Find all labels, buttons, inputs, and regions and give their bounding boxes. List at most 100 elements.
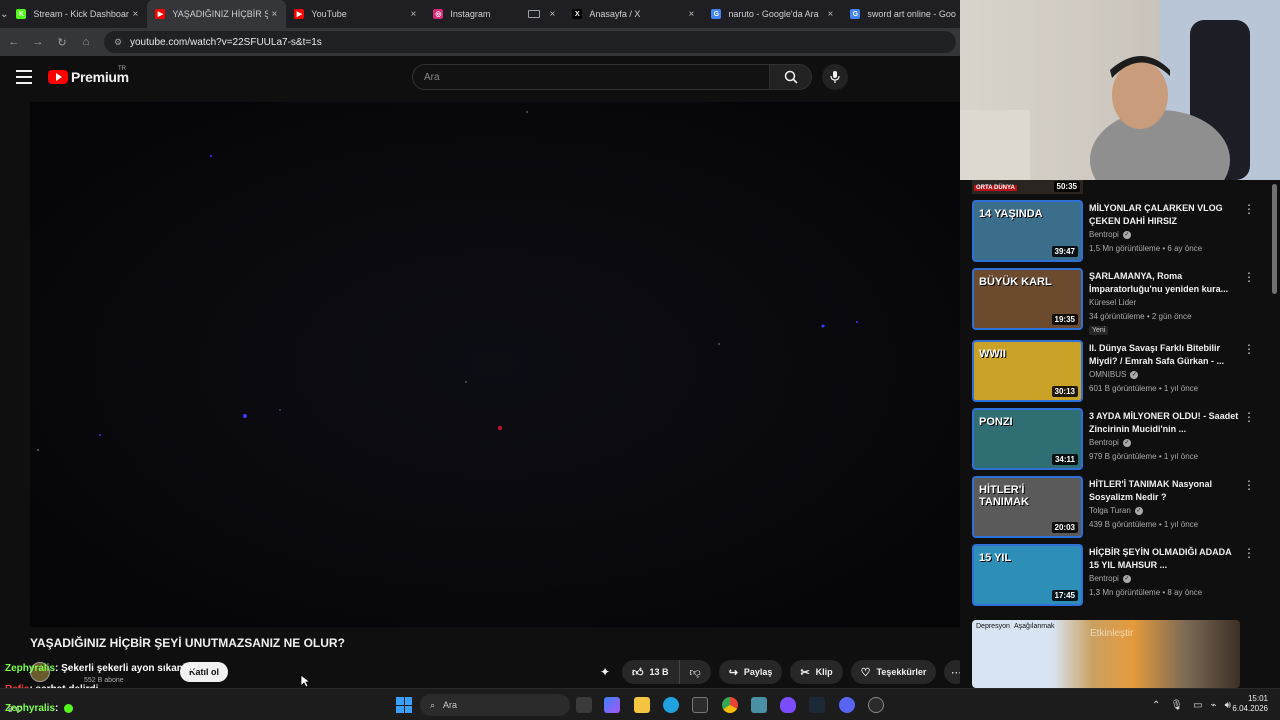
video-title[interactable]: MİLYONLAR ÇALARKEN VLOG ÇEKEN DAHİ HIRSI… <box>1089 202 1239 228</box>
store-icon[interactable] <box>692 697 708 713</box>
shorts-thumbnail-row[interactable]: Depresyon Aşağılanmak Etkinleştir <box>972 620 1240 688</box>
task-view-icon[interactable] <box>576 697 592 713</box>
youtube-header: Premium TR Ara <box>0 56 960 100</box>
more-vertical-icon[interactable]: ⋮ <box>1242 410 1256 424</box>
chevron-up-icon[interactable]: ⌃ <box>1152 700 1160 711</box>
recommended-video[interactable]: 14 YAŞINDA 39:47 MİLYONLAR ÇALARKEN VLOG Ç… <box>972 200 1268 262</box>
app-icon[interactable] <box>751 697 767 713</box>
file-explorer-icon[interactable] <box>634 697 650 713</box>
channel-name[interactable]: Bentropi <box>1089 438 1119 447</box>
network-icon[interactable]: ⌁ <box>1211 700 1217 711</box>
tab-close-icon[interactable]: × <box>546 9 558 20</box>
chrome-icon[interactable] <box>722 697 738 713</box>
channel-name[interactable]: Bentropi <box>1089 230 1119 239</box>
youtube-play-icon <box>48 70 68 84</box>
search-input[interactable]: Ara <box>412 64 770 90</box>
streamer-webcam <box>960 0 1280 180</box>
recommended-video[interactable]: WWII 30:13 II. Dünya Savaşı Farklı Bitebil… <box>972 340 1268 402</box>
windows-taskbar: 8°C ⌕ Ara ⌃ 🎙︎ ▭ ⌁ 🔊︎ 15:01 6.04.2026 <box>0 688 1280 720</box>
share-label: Paylaş <box>743 667 773 677</box>
share-icon: ↪ <box>728 666 738 679</box>
recommendations-sidebar: ORTA DÜNYA 50:35 14 YAŞINDA 39:47 MİLYONLA… <box>960 180 1280 688</box>
display-icon[interactable]: ▭ <box>1193 700 1202 711</box>
tab-search-chevron-icon[interactable]: ⌄ <box>0 0 8 28</box>
app-icon[interactable] <box>780 697 796 713</box>
taskbar-clock[interactable]: 15:01 6.04.2026 <box>1228 694 1268 714</box>
video-thumbnail[interactable]: PONZI 34:11 <box>972 408 1083 470</box>
video-actions: ✦ 👍︎ 13 B 👎︎ ↪ Paylaş ✂ Klip ♡ Teşekkürler ⋯ <box>596 660 969 684</box>
sidebar-scrollbar[interactable] <box>1272 184 1277 294</box>
thanks-button[interactable]: ♡ Teşekkürler <box>850 660 937 684</box>
discord-icon[interactable] <box>839 697 855 713</box>
more-vertical-icon[interactable]: ⋮ <box>1242 342 1256 356</box>
video-thumbnail[interactable]: WWII 30:13 <box>972 340 1083 402</box>
browser-tab[interactable]: Gnaruto - Google'da Ara × <box>703 0 842 28</box>
back-arrow-icon[interactable]: ← <box>2 28 26 56</box>
video-title[interactable]: ŞARLAMANYA, Roma İmparatorluğu'nu yenide… <box>1089 270 1239 296</box>
share-button[interactable]: ↪ Paylaş <box>718 660 783 684</box>
more-vertical-icon[interactable]: ⋮ <box>1242 546 1256 560</box>
forward-arrow-icon[interactable]: → <box>26 28 50 56</box>
channel-name[interactable]: Küresel Lider <box>1089 298 1136 307</box>
channel-name[interactable]: OMNIBUS <box>1089 370 1126 379</box>
tab-favicon-icon: ◎ <box>433 9 444 19</box>
clip-button[interactable]: ✂ Klip <box>790 660 843 684</box>
tab-close-icon[interactable]: × <box>129 9 141 20</box>
browser-tab[interactable]: ▶ YAŞADIĞINIZ HİÇBİR ŞEYİ× <box>147 0 287 28</box>
thanks-sparkle-icon[interactable]: ✦ <box>596 660 614 684</box>
windows-start-icon[interactable] <box>396 697 412 713</box>
tab-close-icon[interactable]: × <box>824 9 836 20</box>
channel-name[interactable]: Bentropi <box>1089 574 1119 583</box>
voice-search-button[interactable] <box>822 64 848 90</box>
youtube-premium-logo[interactable]: Premium TR <box>48 66 129 85</box>
tab-close-icon[interactable]: × <box>685 9 697 20</box>
app-icon[interactable] <box>868 697 884 713</box>
browser-tab[interactable]: K Stream - Kick Dashboard × <box>8 0 147 28</box>
home-icon[interactable]: ⌂ <box>74 28 98 56</box>
tab-close-icon[interactable]: × <box>407 9 419 20</box>
like-button[interactable]: 👍︎ 13 B <box>622 660 680 684</box>
reload-icon[interactable]: ↻ <box>50 28 74 56</box>
edge-icon[interactable] <box>663 697 679 713</box>
short-label: Depresyon <box>976 623 1010 630</box>
thumbs-down-icon: 👎︎ <box>689 666 701 679</box>
channel-name[interactable]: Tolga Turan <box>1089 506 1131 515</box>
taskbar-search[interactable]: ⌕ Ara <box>420 694 570 716</box>
verified-check-icon: ✓ <box>1122 438 1131 447</box>
video-thumbnail[interactable]: HİTLER'İ TANIMAK 20:03 <box>972 476 1083 538</box>
video-player[interactable] <box>30 102 960 627</box>
microphone-tray-icon[interactable]: 🎙︎ <box>1170 700 1183 711</box>
video-title[interactable]: HİTLER'İ TANIMAK Nasyonal Sosyalizm Nedi… <box>1089 478 1239 504</box>
menu-icon[interactable] <box>16 70 32 84</box>
more-vertical-icon[interactable]: ⋮ <box>1242 478 1256 492</box>
search-button[interactable] <box>769 64 812 90</box>
video-title[interactable]: 3 AYDA MİLYONER OLDU! - Saadet Zincirini… <box>1089 410 1239 436</box>
browser-tab[interactable]: X Anasayfa / X × <box>564 0 703 28</box>
recommended-video[interactable]: PONZI 34:11 3 AYDA MİLYONER OLDU! - Saadet… <box>972 408 1268 470</box>
dislike-button[interactable]: 👎︎ <box>680 660 711 684</box>
recommended-video[interactable]: HİTLER'İ TANIMAK 20:03 HİTLER'İ TANIMAK Na… <box>972 476 1268 538</box>
tab-label: YouTube <box>311 9 347 19</box>
video-thumbnail[interactable]: BÜYÜK KARL 19:35 <box>972 268 1083 330</box>
tab-close-icon[interactable]: × <box>268 9 280 20</box>
browser-tab[interactable]: ◎ Instagram × <box>425 0 564 28</box>
video-thumbnail[interactable]: 15 YIL 17:45 <box>972 544 1083 606</box>
clip-label: Klip <box>815 667 833 677</box>
address-bar[interactable]: ⚙ youtube.com/watch?v=22SFUULa7-s&t=1s <box>104 31 956 53</box>
search-icon <box>784 70 798 84</box>
widgets-icon[interactable] <box>604 697 620 713</box>
channel-name-row: Küresel Lider <box>1089 298 1136 307</box>
recommended-video[interactable]: BÜYÜK KARL 19:35 ŞARLAMANYA, Roma İmparato… <box>972 268 1268 335</box>
tab-favicon-icon: ▶ <box>294 9 305 19</box>
more-vertical-icon[interactable]: ⋮ <box>1242 270 1256 284</box>
partial-thumbnail[interactable]: ORTA DÜNYA 50:35 <box>972 180 1083 194</box>
recommended-video[interactable]: 15 YIL 17:45 HİÇBİR ŞEYİN OLMADIĞI ADADA 1… <box>972 544 1268 606</box>
browser-tab[interactable]: ▶ YouTube × <box>286 0 425 28</box>
video-title[interactable]: HİÇBİR ŞEYİN OLMADIĞI ADADA 15 YIL MAHSU… <box>1089 546 1239 572</box>
video-thumbnail[interactable]: 14 YAŞINDA 39:47 <box>972 200 1083 262</box>
steam-icon[interactable] <box>809 697 825 713</box>
chat-text: : <box>55 703 59 714</box>
site-info-icon[interactable]: ⚙ <box>112 36 124 48</box>
more-vertical-icon[interactable]: ⋮ <box>1242 202 1256 216</box>
video-title[interactable]: II. Dünya Savaşı Farklı Bitebilir Miydi?… <box>1089 342 1239 368</box>
